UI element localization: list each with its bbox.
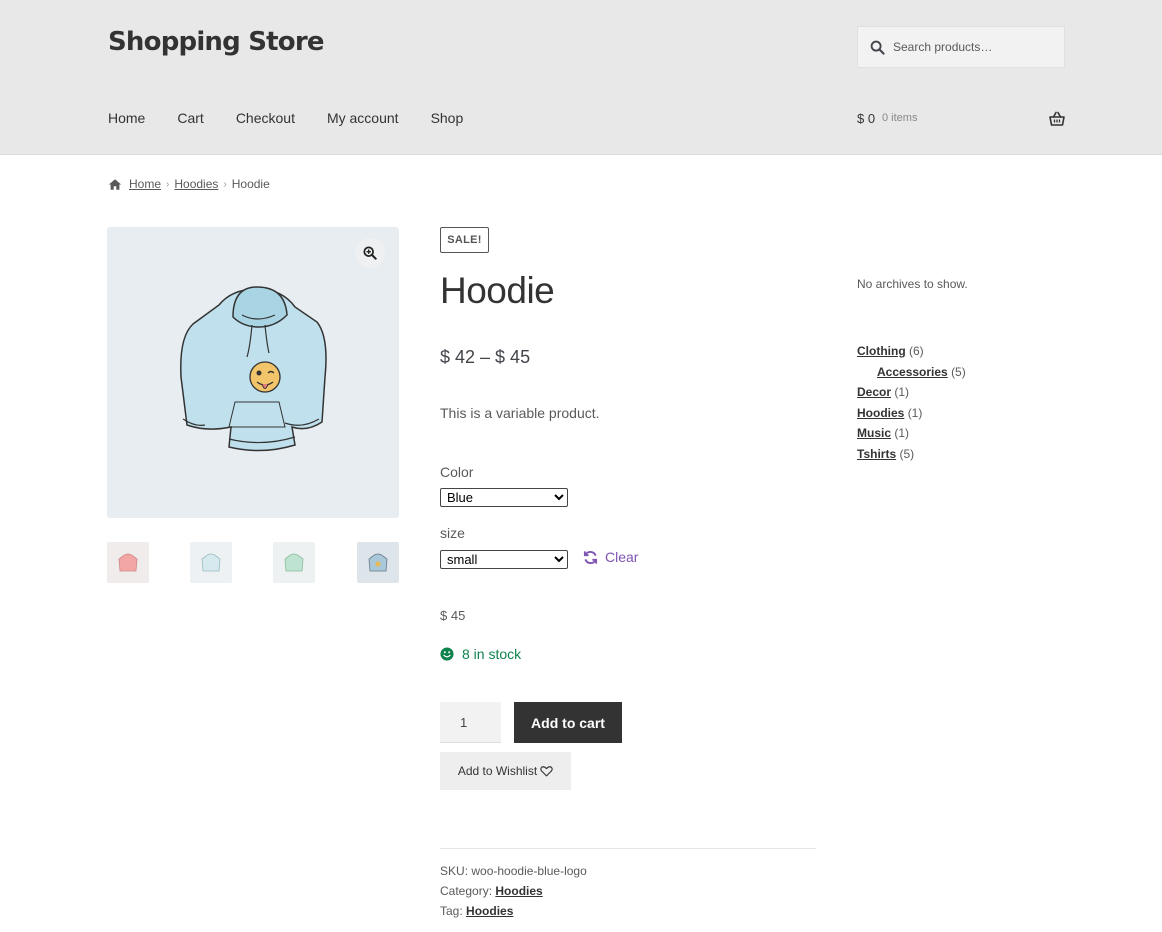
hoodie-thumbnail-icon [201,553,221,571]
category-item-accessories: Accessories (5) [857,364,966,385]
nav-cart[interactable]: Cart [177,110,203,126]
smile-icon [440,647,454,661]
search-input[interactable] [893,40,1053,54]
color-label: Color [440,464,474,480]
hoodie-thumbnail-icon [368,553,388,571]
category-link-clothing[interactable]: Clothing [857,344,906,358]
zoom-button[interactable] [355,238,385,268]
category-count: (1) [907,405,923,420]
zoom-in-icon [363,246,377,260]
breadcrumb: Home › Hoodies › Hoodie [108,177,270,191]
category-label: Category: [440,884,493,898]
product-category: Category: Hoodies [440,884,543,898]
clear-selection-link[interactable]: Clear [583,549,638,565]
quantity-input[interactable] [440,702,501,743]
breadcrumb-home[interactable]: Home [129,177,161,191]
category-item-tshirts: Tshirts (5) [857,446,966,467]
category-link-hoodies[interactable]: Hoodies [857,406,904,420]
nav-home[interactable]: Home [108,110,145,126]
tag-link[interactable]: Hoodies [466,904,513,918]
category-count: (5) [899,446,915,461]
size-select[interactable]: small [440,550,568,569]
breadcrumb-category[interactable]: Hoodies [174,177,218,191]
product-main-image[interactable] [107,227,399,518]
product-description: This is a variable product. [440,405,600,421]
stock-status: 8 in stock [440,646,521,662]
category-count: (5) [951,364,966,379]
color-select[interactable]: Blue [440,488,568,507]
archives-widget: No archives to show. [857,277,968,291]
basket-icon [1049,111,1065,126]
tag-label: Tag: [440,904,463,918]
thumbnail-blue-logo[interactable] [357,542,399,583]
category-link-music[interactable]: Music [857,426,891,440]
wishlist-label: Add to Wishlist [457,764,538,778]
refresh-icon [583,550,598,564]
category-item-music: Music (1) [857,425,966,446]
category-link-accessories[interactable]: Accessories [877,365,948,379]
clear-label: Clear [605,549,639,565]
category-item-decor: Decor (1) [857,384,966,405]
site-header: Shopping Store Home Cart Checkout My acc… [0,0,1162,155]
primary-nav: Home Cart Checkout My account Shop [108,110,495,126]
category-link-tshirts[interactable]: Tshirts [857,447,896,461]
hoodie-image [180,286,327,452]
product-title: Hoodie [440,270,555,311]
search-box[interactable] [857,26,1065,68]
category-count: (1) [894,426,910,440]
breadcrumb-separator: › [166,178,170,190]
thumbnail-green[interactable] [273,542,315,583]
thumbnail-light-blue[interactable] [190,542,232,583]
sale-badge: SALE! [440,227,489,253]
price-range: $ 42 – $ 45 [440,347,531,367]
category-item-clothing: Clothing (6) [857,343,966,364]
breadcrumb-current: Hoodie [231,177,270,191]
home-icon [108,178,122,190]
stock-text: 8 in stock [462,646,522,662]
category-count: (1) [894,385,910,399]
nav-checkout[interactable]: Checkout [236,110,295,126]
size-label: size [440,525,465,541]
product-categories-widget: Clothing (6) Accessories (5) Decor (1) H… [857,343,966,466]
variation-price: $ 45 [440,608,466,623]
product-tag: Tag: Hoodies [440,904,513,918]
add-to-wishlist-button[interactable]: Add to Wishlist [440,752,571,790]
sku-label: SKU: [440,864,469,878]
meta-divider [440,848,816,849]
cart-amount: $ 0 [857,111,876,126]
add-to-cart-button[interactable]: Add to cart [514,702,622,743]
category-link[interactable]: Hoodies [495,884,542,898]
site-title[interactable]: Shopping Store [108,27,324,57]
hoodie-thumbnail-icon [284,553,304,571]
nav-shop[interactable]: Shop [431,110,464,126]
header-cart[interactable]: $ 0 0 items [857,111,1065,129]
hoodie-thumbnail-icon [118,553,138,571]
heart-icon [540,766,553,777]
thumbnail-pink[interactable] [107,542,149,583]
category-item-hoodies: Hoodies (1) [857,405,966,426]
search-icon [870,40,885,55]
category-count: (6) [909,344,924,358]
breadcrumb-separator: › [223,178,227,190]
sku-value: woo-hoodie-blue-logo [471,864,587,878]
cart-item-count: 0 items [882,112,918,124]
category-link-decor[interactable]: Decor [857,385,891,399]
product-sku: SKU: woo-hoodie-blue-logo [440,864,587,878]
nav-my-account[interactable]: My account [327,110,399,126]
